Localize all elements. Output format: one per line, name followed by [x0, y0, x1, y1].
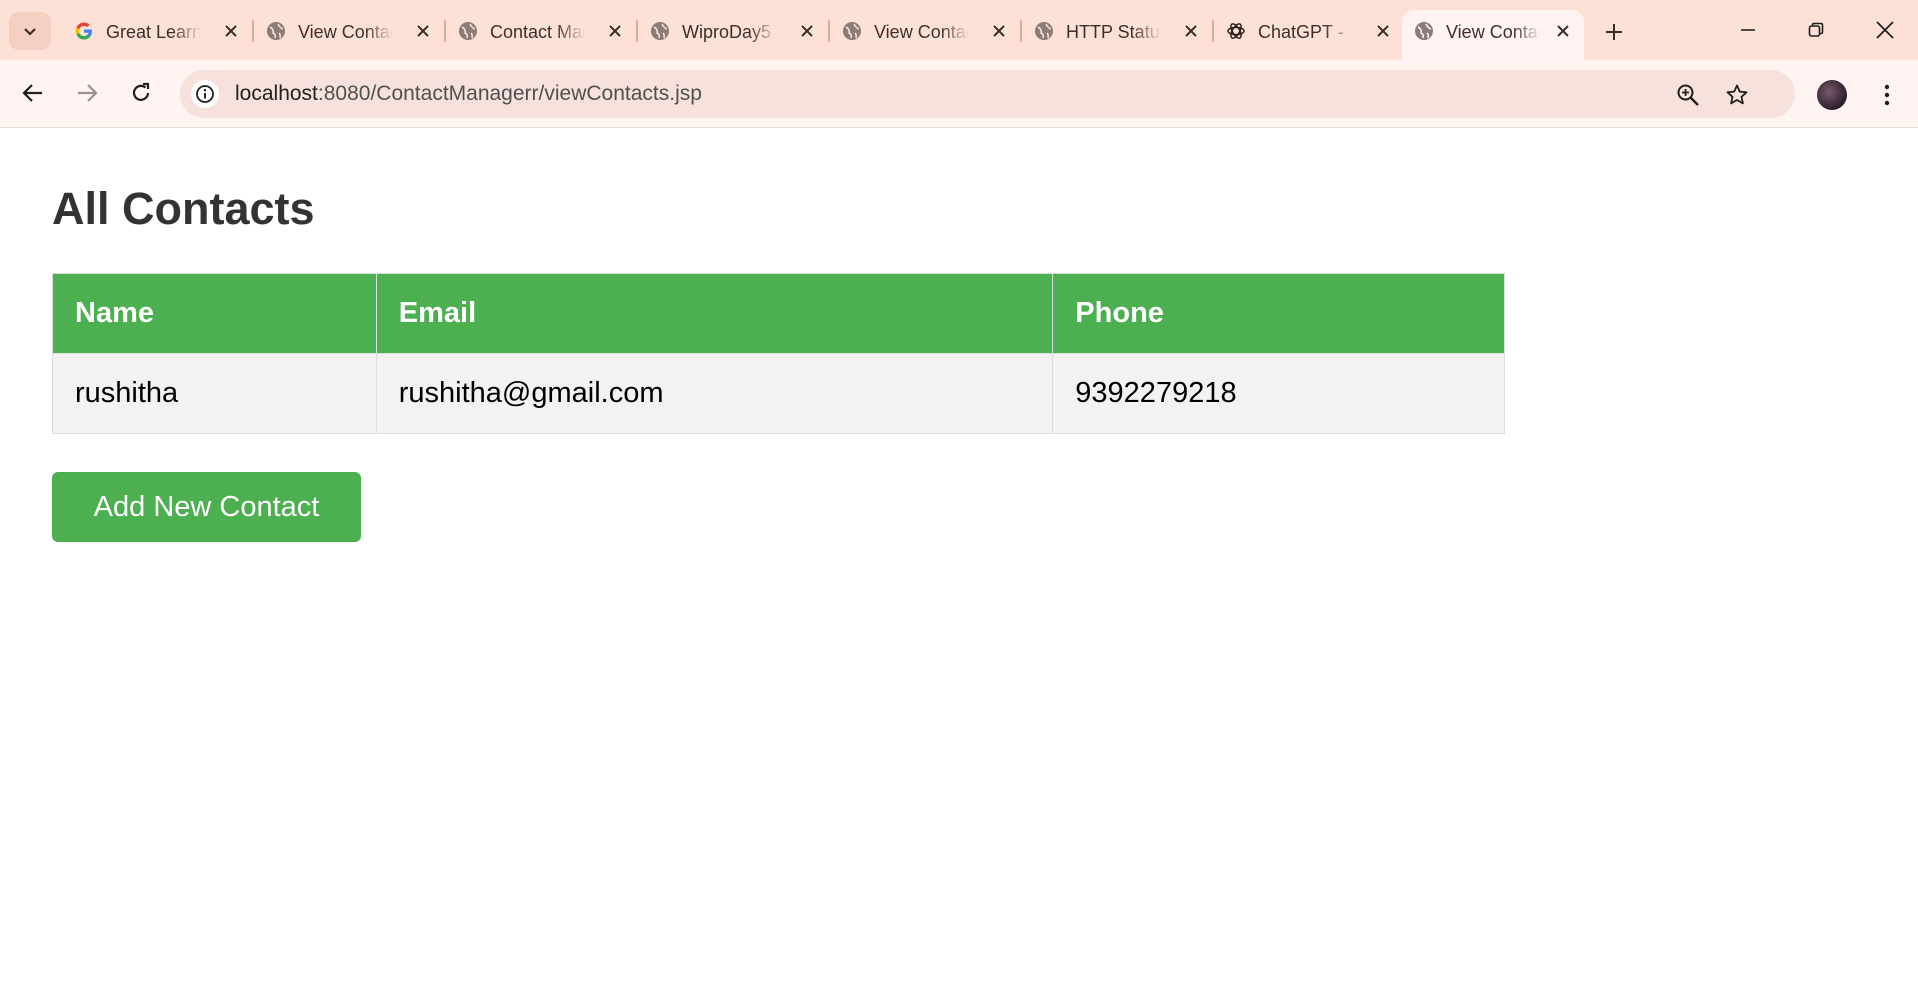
info-icon[interactable] [191, 80, 219, 108]
close-icon[interactable] [1552, 20, 1574, 42]
google-icon [74, 21, 94, 41]
close-icon [1876, 21, 1894, 39]
plus-icon [1606, 24, 1622, 40]
url-text[interactable]: localhost:8080/ContactManagerr/viewConta… [235, 83, 702, 105]
chatgpt-icon [1226, 21, 1246, 41]
tab-title: HTTP Status [1066, 22, 1161, 42]
close-window-button[interactable] [1862, 10, 1908, 50]
arrow-left-icon [22, 84, 42, 102]
globe-icon [1414, 21, 1434, 41]
arrow-right-icon [78, 84, 98, 102]
restore-icon [1808, 22, 1824, 37]
tab-title: Great Learning [106, 22, 201, 42]
column-header-phone: Phone [1052, 273, 1505, 354]
tab-title: View Contacts [298, 22, 393, 42]
kebab-menu-icon [1884, 84, 1890, 106]
reload-icon [132, 82, 150, 101]
tab-title: Contact Manager [490, 22, 585, 42]
forward-button[interactable] [70, 76, 104, 110]
browser-menu-button[interactable] [1872, 78, 1902, 112]
tab-title: WiproDay5 [682, 22, 772, 42]
globe-icon [458, 21, 478, 41]
column-header-name: Name [52, 273, 377, 354]
chevron-down-icon [24, 28, 36, 36]
cell-phone: 9392279218 [1052, 353, 1505, 434]
close-icon[interactable] [1372, 20, 1394, 42]
contacts-table: Name Email Phone rushitha rushitha@gmail… [52, 273, 1505, 434]
tab-2[interactable]: Contact Manager [446, 10, 638, 52]
minimize-icon [1741, 29, 1755, 31]
url-host: localhost [235, 82, 318, 105]
tab-strip: Great Learning View Contacts Contact Man… [0, 0, 1918, 60]
tab-5[interactable]: HTTP Status [1022, 10, 1214, 52]
cell-name: rushitha [52, 353, 377, 434]
table-row: rushitha rushitha@gmail.com 9392279218 [52, 353, 1505, 434]
new-tab-button[interactable] [1598, 16, 1630, 48]
tab-0[interactable]: Great Learning [62, 10, 254, 52]
zoom-icon[interactable] [1675, 82, 1701, 108]
add-new-contact-button[interactable]: Add New Contact [52, 472, 361, 542]
url-path: :8080/ContactManagerr/viewContacts.jsp [317, 82, 702, 105]
page-content: All Contacts Name Email Phone rushitha r… [0, 129, 1918, 1006]
globe-icon [266, 21, 286, 41]
address-bar[interactable]: localhost:8080/ContactManagerr/viewConta… [180, 70, 1795, 118]
restore-button[interactable] [1793, 10, 1839, 50]
bookmark-star-icon[interactable] [1724, 82, 1750, 108]
tab-6[interactable]: ChatGPT - [1214, 10, 1404, 52]
tab-title: View Contacts [874, 22, 969, 42]
close-icon[interactable] [1180, 20, 1202, 42]
tab-7-active[interactable]: View Contacts [1402, 10, 1584, 60]
close-icon[interactable] [220, 20, 242, 42]
tab-4[interactable]: View Contacts [830, 10, 1022, 52]
tab-search-button[interactable] [9, 12, 51, 50]
tab-title: ChatGPT - [1258, 22, 1344, 42]
close-icon[interactable] [796, 20, 818, 42]
globe-icon [1034, 21, 1054, 41]
table-header-row: Name Email Phone [52, 273, 1505, 354]
column-header-email: Email [375, 273, 1054, 354]
close-icon[interactable] [412, 20, 434, 42]
globe-icon [650, 21, 670, 41]
close-icon[interactable] [604, 20, 626, 42]
page-title: All Contacts [52, 183, 315, 234]
minimize-button[interactable] [1725, 10, 1771, 50]
tab-1[interactable]: View Contacts [254, 10, 446, 52]
globe-icon [842, 21, 862, 41]
tab-title: View Contacts [1446, 22, 1541, 42]
browser-toolbar: localhost:8080/ContactManagerr/viewConta… [0, 60, 1918, 128]
cell-email: rushitha@gmail.com [375, 353, 1054, 434]
back-button[interactable] [16, 76, 50, 110]
tab-3[interactable]: WiproDay5 [638, 10, 830, 52]
close-icon[interactable] [988, 20, 1010, 42]
avatar[interactable] [1817, 80, 1847, 110]
reload-button[interactable] [124, 76, 158, 110]
